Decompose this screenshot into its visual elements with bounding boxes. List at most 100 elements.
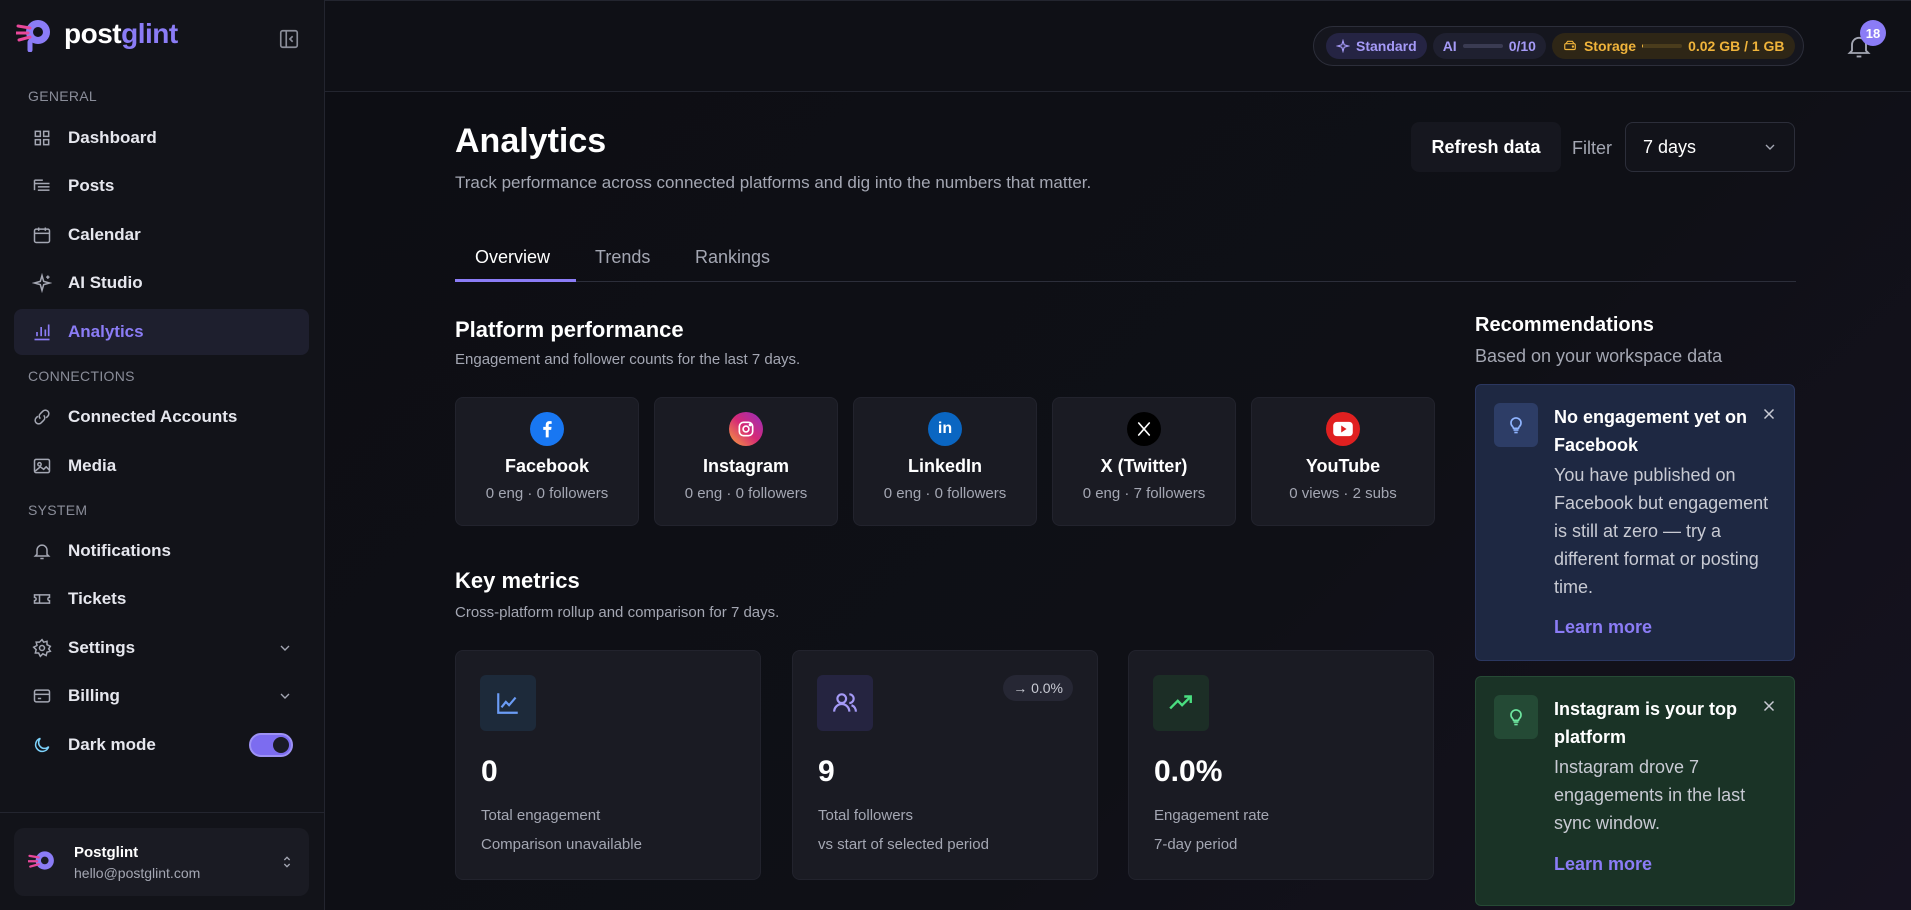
avatar [28,851,54,870]
sidebar-collapse-icon[interactable] [278,28,300,50]
sidebar-item-connected-accounts[interactable]: Connected Accounts [14,394,309,440]
main-content: Analytics Track performance across conne… [325,92,1911,910]
posts-icon [33,179,50,191]
card-icon [33,689,51,703]
instagram-icon [729,412,763,446]
filter-label: Filter [1572,138,1612,158]
sidebar-item-label: Dashboard [68,128,157,147]
recommendation-body: Instagram drove 7 engagements in the las… [1554,757,1746,833]
learn-more-link[interactable]: Learn more [1554,617,1652,638]
platform-stat: 0 eng · 0 followers [684,485,808,502]
facebook-icon [530,412,564,446]
platform-stat: 0 eng · 7 followers [1082,485,1206,502]
recommendation-title: No engagement yet on Facebook [1554,407,1748,455]
sidebar-item-label: Calendar [68,225,141,244]
brand-logo[interactable]: postglint [16,16,178,52]
storage-label: Storage [1583,38,1637,54]
sidebar-item-label: Posts [68,176,115,195]
sidebar-item-ai-studio[interactable]: AI Studio [14,260,309,306]
refresh-data-button[interactable]: Refresh data [1411,122,1561,172]
platform-card-x-twitter[interactable]: X (Twitter) 0 eng · 7 followers [1052,397,1236,526]
lightbulb-icon [1494,403,1538,447]
image-icon [33,458,51,474]
analytics-tabs: Overview Trends Rankings [455,232,1796,282]
ai-label: AI [1442,38,1457,54]
dark-mode-toggle[interactable] [249,733,293,757]
sidebar-item-tickets[interactable]: Tickets [14,576,309,622]
metric-card-engagement-rate: 0.0% Engagement rate 7-day period [1128,650,1434,880]
platform-performance-title: Platform performance [455,317,684,342]
chevron-down-icon [280,693,290,699]
page-title: Analytics [455,122,607,160]
sparkle-icon [32,273,52,293]
platform-name: LinkedIn [907,456,982,476]
platform-card-linkedin[interactable]: in LinkedIn 0 eng · 0 followers [853,397,1037,526]
active-tab-indicator [455,279,576,282]
metric-value: 9 [818,755,835,788]
tab-overview[interactable]: Overview [475,232,550,282]
sidebar-divider [0,812,325,813]
brand-name: postglint [64,18,178,49]
sidebar-item-label: Media [68,456,117,475]
key-metrics-subtitle: Cross-platform rollup and comparison for… [455,604,780,621]
metric-label: Engagement rate [1154,807,1270,824]
x-twitter-icon [1127,412,1161,446]
metric-subtext: vs start of selected period [818,836,989,853]
sidebar-item-label: AI Studio [68,273,143,292]
sidebar-item-settings[interactable]: Settings [14,625,309,671]
user-name: Postglint [74,843,139,861]
tab-trends[interactable]: Trends [595,232,650,282]
tab-rankings[interactable]: Rankings [695,232,770,282]
recommendation-card: Instagram is your top platform Instagram… [1475,676,1795,906]
sidebar-item-label: Dark mode [68,735,156,754]
sidebar-item-posts[interactable]: Posts [14,163,309,209]
sparkle-icon [1336,39,1350,53]
user-menu[interactable]: Postglint hello@postglint.com [14,828,309,896]
sidebar-item-label: Billing [68,686,120,705]
plan-badge[interactable]: Standard [1326,33,1427,59]
period-filter-select[interactable]: 7 days [1625,122,1795,172]
sidebar-item-label: Connected Accounts [68,407,238,426]
recommendation-body: You have published on Facebook but engag… [1554,465,1769,597]
sidebar-item-media[interactable]: Media [14,443,309,489]
metric-subtext: Comparison unavailable [481,836,642,853]
platform-name: Facebook [504,456,590,476]
sidebar-item-label: Tickets [68,589,127,608]
platform-card-facebook[interactable]: Facebook 0 eng · 0 followers [455,397,639,526]
close-icon[interactable] [1760,697,1778,715]
platform-performance-subtitle: Engagement and follower counts for the l… [455,351,801,368]
sidebar-item-dark-mode: Dark mode [14,722,309,768]
drive-icon [1564,40,1576,51]
sidebar-item-analytics[interactable]: Analytics [14,309,309,355]
filter-value: 7 days [1643,136,1697,157]
storage-usage-bar [1642,44,1683,48]
metric-card-total-engagement: 0 Total engagement Comparison unavailabl… [455,650,761,880]
platform-stat: 0 eng · 0 followers [883,485,1007,502]
metric-card-total-followers: → 0.0% 9 Total followers vs start of sel… [792,650,1098,880]
sidebar-item-dashboard[interactable]: Dashboard [14,115,309,161]
sidebar-item-notifications[interactable]: Notifications [14,528,309,574]
usage-quota-bar: Standard AI 0/10 Storage 0.02 GB / 1 GB [1313,26,1804,66]
learn-more-link[interactable]: Learn more [1554,854,1652,875]
close-icon[interactable] [1760,405,1778,423]
storage-usage: Storage 0.02 GB / 1 GB [1551,33,1795,59]
ai-usage: AI 0/10 [1432,33,1546,59]
sidebar-item-calendar[interactable]: Calendar [14,212,309,258]
section-label-connections: CONNECTIONS [28,368,135,384]
platform-name: X (Twitter) [1100,456,1188,476]
trending-up-icon [1153,675,1209,731]
recommendation-title: Instagram is your top platform [1554,699,1738,747]
platform-card-instagram[interactable]: Instagram 0 eng · 0 followers [654,397,838,526]
platform-card-youtube[interactable]: YouTube 0 views · 2 subs [1251,397,1435,526]
bell-icon [33,544,51,560]
lightbulb-icon [1494,695,1538,739]
recommendations-title: Recommendations [1475,314,1654,336]
notifications-count-badge: 18 [1860,20,1886,46]
ai-usage-count: 0/10 [1508,38,1536,54]
followers-delta-badge: → 0.0% [1003,675,1073,701]
youtube-icon [1326,412,1360,446]
sidebar-item-billing[interactable]: Billing [14,673,309,719]
metric-value: 0 [481,755,498,788]
ticket-icon [33,594,51,604]
platform-stat: 0 views · 2 subs [1289,485,1397,502]
